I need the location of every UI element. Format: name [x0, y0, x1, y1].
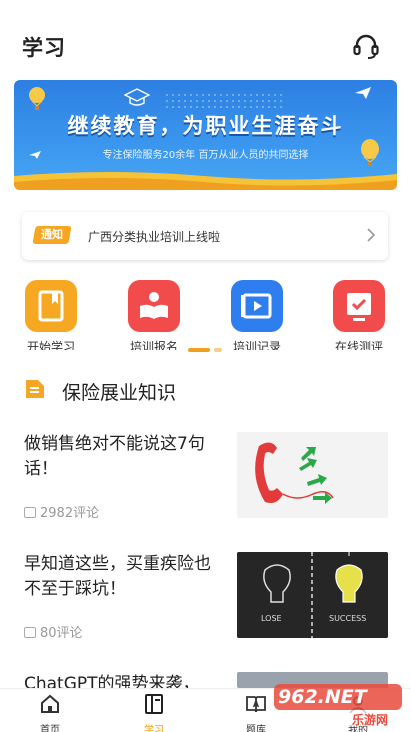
- quick-action-label: 在线测评: [334, 340, 383, 350]
- comment-icon: [24, 507, 36, 518]
- article-comments: 2982评论: [24, 502, 99, 521]
- article-thumbnail: [237, 432, 388, 518]
- notice-text: 广西分类执业培训上线啦: [88, 230, 221, 244]
- quick-action-label: 培训记录: [232, 340, 281, 350]
- banner-subtitle: 专注保险服务20余年 百万从业人员的共同选择: [102, 150, 309, 161]
- home-icon: [41, 694, 59, 713]
- quick-training-records[interactable]: 培训记录: [222, 280, 292, 350]
- article-thumbnail: LOSE SUCCESS: [237, 552, 388, 638]
- quick-action-label: 培训报名: [129, 340, 178, 350]
- comment-icon: [24, 627, 36, 638]
- app-header: 学习: [0, 0, 411, 76]
- promo-banner[interactable]: 继续教育，为职业生涯奋斗 专注保险服务20余年 百万从业人员的共同选择: [14, 80, 397, 190]
- book-icon: [25, 280, 77, 332]
- thumb-label-lose: LOSE: [261, 614, 282, 623]
- checklist-icon: [333, 280, 385, 332]
- section-title: 保险展业知识: [62, 382, 177, 404]
- customer-service-icon[interactable]: [351, 32, 381, 62]
- video-play-icon: [231, 280, 283, 332]
- question-bank-icon: A: [246, 696, 266, 713]
- document-icon: [26, 380, 44, 398]
- page-indicator: [188, 348, 224, 352]
- tab-label: 学习: [144, 725, 164, 732]
- article-card[interactable]: 早知道这些，买重疾险也不至于踩坑！ 80评论 LOSE SUCCESS: [0, 552, 411, 642]
- article-card[interactable]: 做销售绝对不能说这7句话！ 2982评论: [0, 432, 411, 522]
- notice-bar[interactable]: 通知 广西分类执业培训上线啦: [22, 212, 388, 260]
- quick-online-assessment[interactable]: 在线测评: [324, 280, 394, 350]
- open-book-icon: [128, 280, 180, 332]
- quick-training-signup[interactable]: 培训报名: [119, 280, 189, 350]
- site-watermark: 962.NET 乐游网: [268, 680, 408, 728]
- svg-text:A: A: [253, 700, 260, 709]
- banner-wave: [14, 172, 397, 190]
- article-title: 早知道这些，买重疾险也不至于踩坑！: [24, 554, 211, 599]
- quick-start-learning[interactable]: 开始学习: [16, 280, 86, 350]
- quick-actions: 开始学习 培训报名 培训记录 在线测评: [0, 280, 411, 350]
- tab-label: 首页: [40, 725, 60, 732]
- banner-pattern: [164, 92, 284, 110]
- page-title: 学习: [22, 36, 66, 60]
- tab-study[interactable]: 学习: [124, 693, 184, 732]
- article-comments: 80评论: [24, 622, 83, 641]
- chevron-right-icon: [367, 228, 376, 242]
- thumb-label-success: SUCCESS: [329, 614, 367, 623]
- paper-plane-icon: [355, 87, 371, 99]
- quick-action-label: 开始学习: [26, 340, 75, 350]
- balloon-icon: [29, 87, 45, 110]
- article-title: ChatGPT的强势来袭，: [24, 674, 200, 688]
- study-icon: [145, 694, 163, 714]
- article-title: 做销售绝对不能说这7句话！: [24, 434, 205, 479]
- graduation-cap-icon: [124, 88, 150, 106]
- notice-tag: 通知: [32, 226, 72, 244]
- banner-headline: 继续教育，为职业生涯奋斗: [67, 114, 344, 138]
- tab-home[interactable]: 首页: [20, 693, 80, 732]
